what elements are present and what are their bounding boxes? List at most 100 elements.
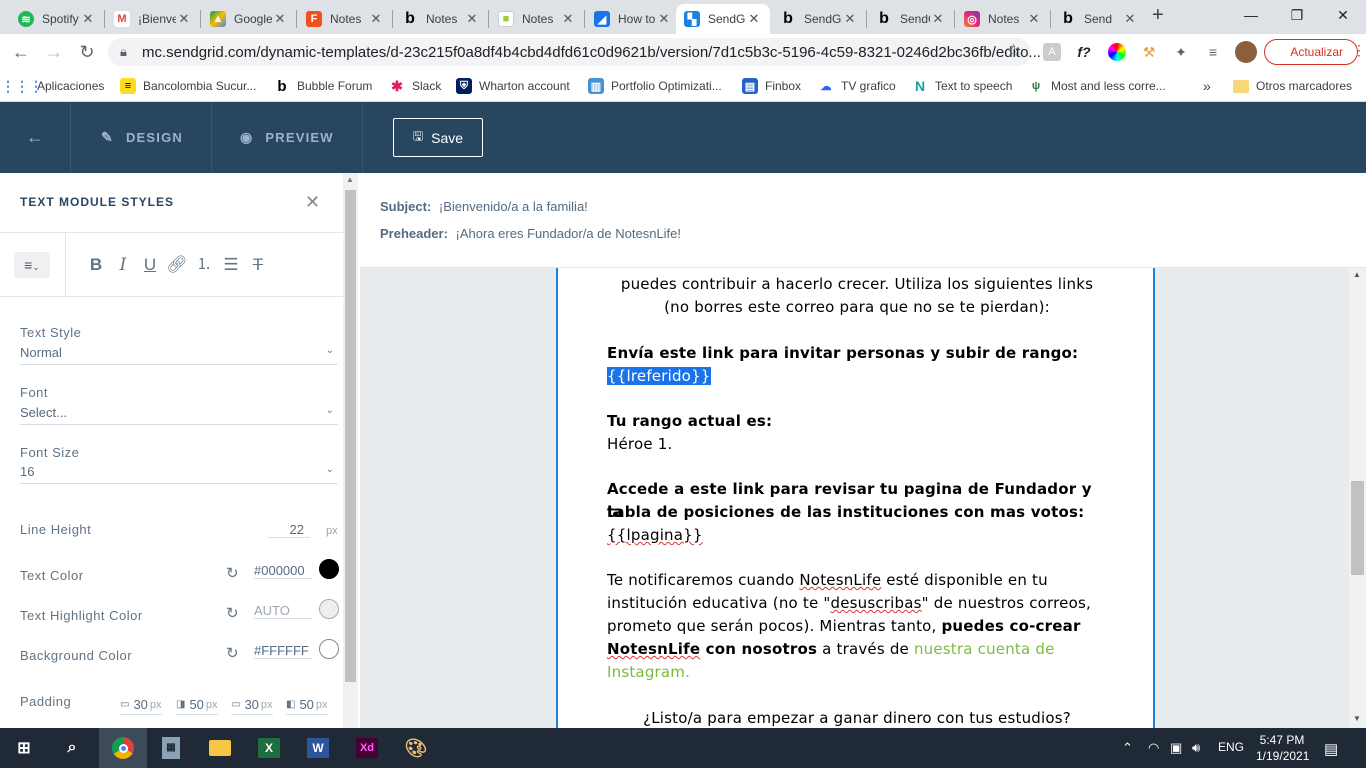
preheader-row[interactable]: Preheader: ¡Ahora eres Fundador/a de Not…	[380, 226, 681, 241]
back-arrow-icon[interactable]: ←	[26, 102, 45, 173]
highlight-color-swatch[interactable]	[319, 599, 339, 619]
text-module[interactable]: puedes contribuir a hacerlo crecer. Util…	[556, 268, 1155, 728]
page-link-token[interactable]: {{lpagina}}	[607, 526, 703, 544]
url-bar[interactable]: 🔒︎ mc.sendgrid.com/dynamic-templates/d-2…	[108, 38, 1041, 66]
close-tab-icon[interactable]: ✕	[746, 11, 762, 27]
update-button[interactable]: Actualizar	[1264, 39, 1358, 65]
highlight-color-input[interactable]: AUTO	[254, 603, 312, 619]
notifications-icon[interactable]: ▤	[1324, 740, 1338, 758]
font-size-select[interactable]: 16 ⌄	[20, 464, 338, 484]
bookmark-text-to-speech[interactable]: N Text to speech	[912, 77, 1012, 95]
windows-start-icon[interactable]: ⊞	[0, 728, 48, 768]
invite-link-token[interactable]: {{lreferido}}	[607, 367, 711, 385]
chrome-icon[interactable]	[99, 728, 147, 768]
link-icon[interactable]: 🔗︎	[166, 254, 188, 276]
tab-bubble-send[interactable]: b Send ✕	[1052, 4, 1146, 34]
padding-bottom-input[interactable]: ▭ 30 px	[231, 695, 273, 715]
scroll-down-icon[interactable]: ▼	[1353, 714, 1361, 723]
language-indicator[interactable]: ENG	[1218, 740, 1244, 754]
window-close-icon[interactable]: ✕	[1320, 0, 1366, 30]
close-tab-icon[interactable]: ✕	[1122, 11, 1138, 27]
tab-notes[interactable]: ■ Notes ✕	[490, 4, 584, 34]
tab-bubble-notes[interactable]: b Notes ✕	[394, 4, 488, 34]
xd-icon[interactable]: Xd	[343, 728, 391, 768]
tab-bubble-sendgrid[interactable]: b SendGrid ✕	[772, 4, 866, 34]
back-arrow-icon[interactable]: ←	[9, 40, 33, 64]
background-color-input[interactable]: #FFFFFF	[254, 643, 312, 659]
hammer-extension-icon[interactable]: ⚒	[1140, 43, 1158, 61]
extension-icon[interactable]: A	[1043, 43, 1061, 61]
bookmarks-overflow-button[interactable]: »	[1203, 77, 1211, 95]
bookmark-slack[interactable]: ✱ Slack	[389, 77, 441, 95]
background-color-swatch[interactable]	[319, 639, 339, 659]
save-button[interactable]: 🖫 Save	[393, 118, 483, 157]
formula-extension-icon[interactable]: f?	[1075, 43, 1093, 61]
tray-chevron-icon[interactable]: ⌃	[1122, 740, 1133, 756]
avatar[interactable]	[1235, 41, 1257, 63]
reset-icon[interactable]: ↻	[226, 604, 239, 622]
tab-instagram[interactable]: ◎ Notes ✕	[956, 4, 1050, 34]
close-tab-icon[interactable]: ✕	[80, 11, 96, 27]
bold-icon[interactable]: B	[85, 254, 107, 276]
close-tab-icon[interactable]: ✕	[368, 11, 384, 27]
bookmark-finbox[interactable]: ▤ Finbox	[742, 77, 801, 95]
wifi-icon[interactable]: ◠	[1148, 740, 1159, 756]
tab-design[interactable]: ✎ DESIGN	[101, 102, 183, 173]
reload-icon[interactable]: ↻	[75, 40, 99, 64]
bookmark-bubble-forum[interactable]: b Bubble Forum	[274, 77, 372, 95]
excel-icon[interactable]: X	[245, 728, 293, 768]
canvas-scrollbar-thumb[interactable]	[1351, 481, 1364, 575]
puzzle-extensions-icon[interactable]: ✦	[1172, 43, 1190, 61]
tab-preview[interactable]: ◉ PREVIEW	[240, 102, 334, 173]
file-explorer-icon[interactable]	[196, 728, 244, 768]
bookmark-star-icon[interactable]: ☆	[1006, 41, 1021, 61]
instagram-link[interactable]: Instagram.	[607, 661, 1107, 684]
numbered-list-icon[interactable]: ⒈	[193, 254, 215, 276]
close-tab-icon[interactable]: ✕	[842, 11, 858, 27]
padding-top-input[interactable]: ▭ 30 px	[120, 695, 162, 715]
instagram-link[interactable]: nuestra cuenta de	[914, 640, 1055, 658]
more-menu-icon[interactable]: ⋮	[1352, 42, 1366, 59]
reset-icon[interactable]: ↻	[226, 644, 239, 662]
color-picker-extension-icon[interactable]	[1108, 43, 1126, 61]
bookmark-wharton[interactable]: ⛨ Wharton account	[456, 77, 570, 95]
align-dropdown[interactable]: ≡⌄	[14, 252, 50, 278]
restore-icon[interactable]: ❐	[1274, 0, 1320, 30]
tab-drive[interactable]: ▲ Google Drive ✕	[202, 4, 296, 34]
bookmark-other[interactable]: Otros marcadores	[1233, 77, 1352, 95]
new-tab-button[interactable]: +	[1152, 4, 1164, 27]
paint-icon[interactable]: 🎨︎	[392, 728, 440, 768]
lock-icon[interactable]: 🔒︎	[120, 44, 127, 60]
close-tab-icon[interactable]: ✕	[930, 11, 946, 27]
close-tab-icon[interactable]: ✕	[560, 11, 576, 27]
close-tab-icon[interactable]: ✕	[464, 11, 480, 27]
reset-icon[interactable]: ↻	[226, 564, 239, 582]
subject-row[interactable]: Subject: ¡Bienvenido/a a la familia!	[380, 199, 588, 214]
close-tab-icon[interactable]: ✕	[176, 11, 192, 27]
underline-icon[interactable]: U	[139, 254, 161, 276]
close-tab-icon[interactable]: ✕	[656, 11, 672, 27]
text-style-select[interactable]: Normal ⌄	[20, 345, 338, 365]
bullet-list-icon[interactable]: ☰	[220, 254, 242, 276]
bookmark-most-and-less[interactable]: ψ Most and less corre...	[1028, 77, 1166, 95]
tab-spotify[interactable]: ≋ Spotify ✕	[10, 4, 104, 34]
text-color-swatch[interactable]	[319, 559, 339, 579]
network-icon[interactable]: ▣	[1170, 740, 1182, 756]
volume-icon[interactable]: 🔊︎	[1192, 740, 1200, 756]
calculator-icon[interactable]: ▦	[147, 728, 195, 768]
search-icon[interactable]: ⌕	[48, 728, 96, 768]
padding-right-input[interactable]: ◨ 50 px	[176, 695, 218, 715]
tab-gmail[interactable]: M ¡Bienvenido ✕	[106, 4, 200, 34]
padding-left-input[interactable]: ◧ 50 px	[286, 695, 328, 715]
tab-bubble-sendgrid-2[interactable]: b SendGrid ✕	[868, 4, 954, 34]
panel-scrollbar-thumb[interactable]	[345, 190, 356, 682]
clock[interactable]: 5:47 PM 1/19/2021	[1256, 732, 1309, 764]
forward-arrow-icon[interactable]: →	[42, 40, 66, 64]
tab-sendgrid-active[interactable]: ▚ SendGrid ✕	[676, 4, 770, 34]
bookmark-bancolombia[interactable]: ≡ Bancolombia Sucur...	[120, 77, 256, 95]
italic-icon[interactable]: I	[112, 254, 134, 276]
bookmark-tv-grafico[interactable]: ☁ TV grafico	[818, 77, 896, 95]
tab-how-to[interactable]: ◢ How to ✕	[586, 4, 680, 34]
line-height-input[interactable]: 22	[268, 522, 310, 538]
word-icon[interactable]: W	[294, 728, 342, 768]
